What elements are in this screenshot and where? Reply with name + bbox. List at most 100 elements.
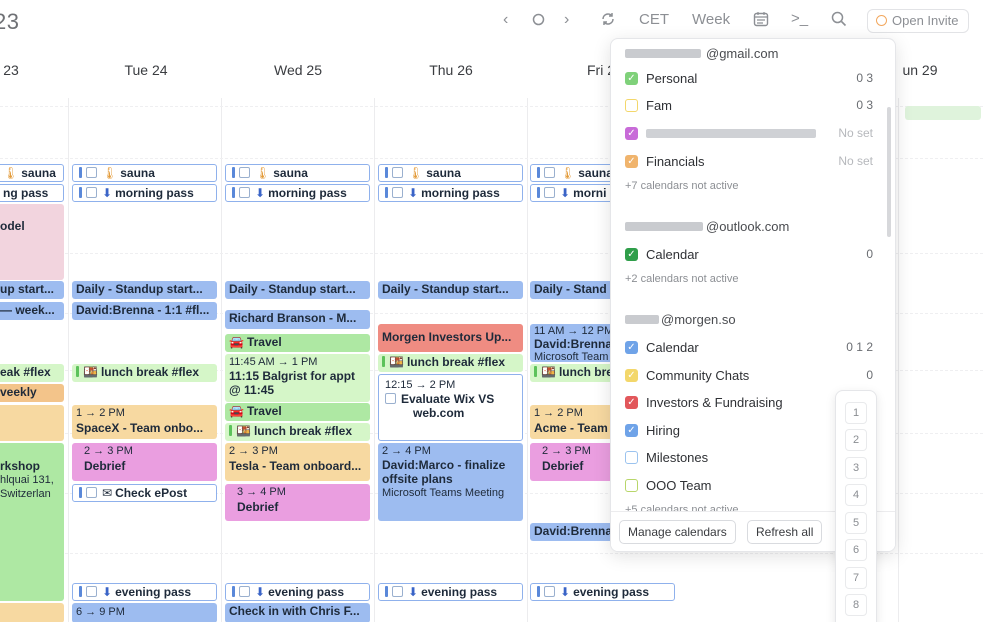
task-checkbox[interactable]: [239, 167, 250, 178]
task-checkbox[interactable]: [392, 167, 403, 178]
scrollbar[interactable]: [887, 107, 891, 237]
checkbox[interactable]: [625, 479, 638, 492]
event-model[interactable]: odel: [0, 204, 64, 280]
event-one-on-one[interactable]: David:Brenna - 1:1 #fl...: [72, 302, 217, 320]
checkbox[interactable]: [625, 451, 638, 464]
task-checkbox[interactable]: [392, 187, 403, 198]
event-weekly[interactable]: — week...: [0, 302, 64, 320]
check-icon[interactable]: ✓: [625, 72, 638, 85]
next-week-chevron-icon[interactable]: ›: [564, 10, 569, 30]
event-morgen-investors[interactable]: Morgen Investors Up...: [378, 324, 523, 352]
event-travel-2[interactable]: 🚘 Travel: [225, 403, 370, 421]
task-checkbox[interactable]: [392, 586, 403, 597]
event-richard-branson[interactable]: Richard Branson - M...: [225, 310, 370, 329]
number-option[interactable]: 8: [845, 594, 867, 616]
day-header-mon[interactable]: 23: [0, 62, 26, 78]
event-spacex-onboarding[interactable]: 1 → 2 PM SpaceX - Team onbo...: [72, 405, 217, 439]
command-prompt-icon[interactable]: >_: [791, 9, 808, 29]
event-debrief[interactable]: 3 → 4 PM Debrief: [225, 484, 370, 521]
event-workshop[interactable]: rkshop hlquai 131, Switzerlan: [0, 443, 64, 601]
task-checkbox[interactable]: [86, 187, 97, 198]
refresh-all-button[interactable]: Refresh all: [747, 520, 823, 544]
calendar-fam[interactable]: Fam 0 3: [625, 97, 873, 117]
day-header-wed[interactable]: Wed 25: [222, 62, 374, 78]
event-block-2[interactable]: [0, 603, 64, 622]
number-option[interactable]: 3: [845, 457, 867, 479]
task-checkbox[interactable]: [86, 167, 97, 178]
calendar-icon[interactable]: [753, 11, 769, 33]
calendar-personal[interactable]: ✓ Personal 0 3: [625, 70, 873, 90]
number-option[interactable]: 1: [845, 402, 867, 424]
prev-week-chevron-icon[interactable]: ‹: [503, 10, 508, 30]
check-icon[interactable]: ✓: [625, 127, 638, 140]
event-morning-pass[interactable]: ⬇ morning pass: [378, 184, 523, 202]
number-option[interactable]: 7: [845, 567, 867, 589]
task-checkbox[interactable]: [544, 187, 555, 198]
check-icon[interactable]: ✓: [625, 341, 638, 354]
event-travel[interactable]: 🚘 Travel: [225, 334, 370, 352]
event-check-epost[interactable]: ✉ Check ePost: [72, 484, 217, 502]
day-header-thu[interactable]: Thu 26: [375, 62, 527, 78]
check-icon[interactable]: ✓: [625, 424, 638, 437]
event-evening-pass[interactable]: ⬇ evening pass: [378, 583, 523, 601]
number-option[interactable]: 6: [845, 539, 867, 561]
search-icon[interactable]: [831, 11, 847, 33]
event-standup[interactable]: Daily - Standup start...: [225, 281, 370, 299]
check-icon[interactable]: ✓: [625, 396, 638, 409]
timezone-button[interactable]: CET: [639, 10, 669, 30]
day-header-sun[interactable]: un 29: [900, 62, 940, 78]
view-mode-button[interactable]: Week: [692, 10, 730, 30]
event-morning-pass[interactable]: ⬇ morning pass: [225, 184, 370, 202]
sync-icon[interactable]: [600, 11, 616, 33]
event-evening-block[interactable]: 6 → 9 PM: [72, 603, 217, 622]
event-block[interactable]: [0, 405, 64, 441]
task-checkbox[interactable]: [544, 167, 555, 178]
number-option[interactable]: 2: [845, 429, 867, 451]
calendar-redacted[interactable]: ✓ No set: [625, 125, 873, 145]
event-lunch-break[interactable]: 🍱 lunch break #flex: [378, 354, 523, 372]
event-lunch-break[interactable]: 🍱 lunch break #flex: [225, 423, 370, 441]
inactive-calendars-link[interactable]: +2 calendars not active: [625, 273, 738, 285]
calendar-community-chats[interactable]: ✓ Community Chats 0: [625, 367, 873, 387]
event-tesla-onboarding[interactable]: 2 → 3 PM Tesla - Team onboard...: [225, 443, 370, 481]
open-invite-button[interactable]: Open Invite: [867, 9, 969, 33]
event-weekly-2[interactable]: veekly: [0, 384, 64, 402]
event-offsite-plans[interactable]: 2 → 4 PM David:Marco - finalize offsite pl…: [378, 443, 523, 521]
event-standup[interactable]: Daily - Standup start...: [72, 281, 217, 299]
event-debrief[interactable]: 2 → 3 PM Debrief: [72, 443, 217, 481]
event-check-in-chris[interactable]: Check in with Chris F...: [225, 603, 370, 622]
checkbox[interactable]: [625, 99, 638, 112]
calendar-morgen-calendar[interactable]: ✓ Calendar 0 1 2: [625, 339, 873, 359]
task-checkbox[interactable]: [239, 187, 250, 198]
event-morning-pass[interactable]: ⬇ morning pass: [72, 184, 217, 202]
event-sauna[interactable]: 🌡 sauna: [378, 164, 523, 182]
check-icon[interactable]: ✓: [625, 248, 638, 261]
calendar-financials[interactable]: ✓ Financials No set: [625, 153, 873, 173]
event-sauna[interactable]: 🌡 sauna: [0, 164, 64, 182]
manage-calendars-button[interactable]: Manage calendars: [619, 520, 736, 544]
all-day-event[interactable]: [905, 106, 981, 120]
task-checkbox[interactable]: [544, 586, 555, 597]
event-standup[interactable]: Daily - Standup start...: [378, 281, 523, 299]
event-lunch-break[interactable]: eak #flex: [0, 364, 64, 382]
event-morning-pass[interactable]: ng pass: [0, 184, 64, 202]
event-evaluate-wix[interactable]: 12:15 → 2 PM Evaluate Wix VS web.com: [378, 374, 523, 441]
check-icon[interactable]: ✓: [625, 155, 638, 168]
check-icon[interactable]: ✓: [625, 369, 638, 382]
event-balgrist-appt[interactable]: 11:45 AM → 1 PM 11:15 Balgrist for appt @ …: [225, 354, 370, 402]
inactive-calendars-link[interactable]: +7 calendars not active: [625, 180, 738, 192]
task-checkbox[interactable]: [385, 393, 396, 404]
day-header-tue[interactable]: Tue 24: [70, 62, 222, 78]
number-option[interactable]: 4: [845, 484, 867, 506]
event-sauna[interactable]: 🌡 sauna: [72, 164, 217, 182]
task-checkbox[interactable]: [86, 487, 97, 498]
task-checkbox[interactable]: [86, 586, 97, 597]
calendar-outlook-calendar[interactable]: ✓ Calendar 0: [625, 246, 873, 266]
event-sauna[interactable]: 🌡 sauna: [225, 164, 370, 182]
event-standup[interactable]: up start...: [0, 281, 64, 299]
event-evening-pass[interactable]: ⬇ evening pass: [530, 583, 675, 601]
event-evening-pass[interactable]: ⬇ evening pass: [225, 583, 370, 601]
number-option[interactable]: 5: [845, 512, 867, 534]
today-circle-icon[interactable]: [532, 12, 545, 32]
task-checkbox[interactable]: [239, 586, 250, 597]
